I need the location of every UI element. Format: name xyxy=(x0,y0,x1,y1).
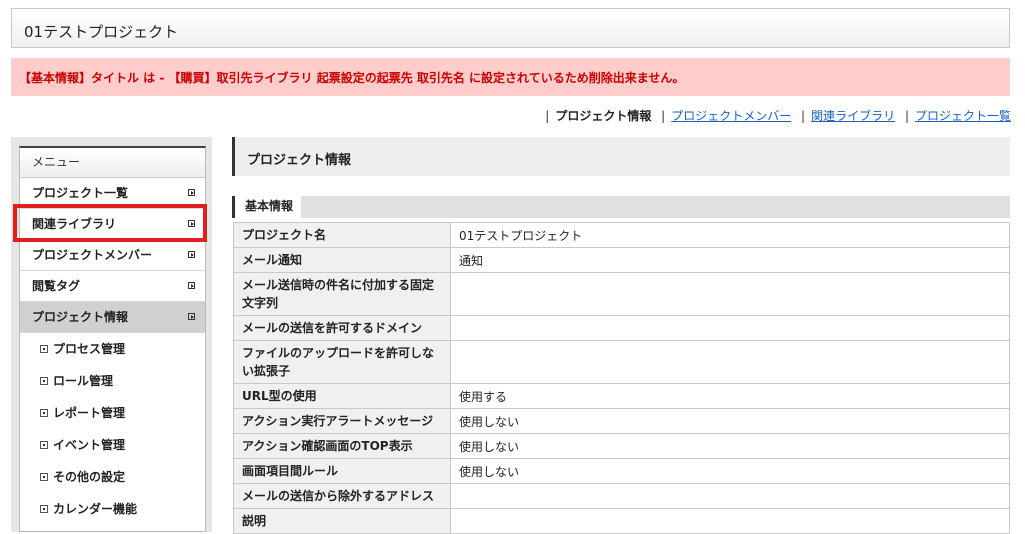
arrow-icon xyxy=(188,282,195,289)
nav-link-project-members[interactable]: プロジェクトメンバー xyxy=(671,109,791,123)
project-title: 01テストプロジェクト xyxy=(24,23,179,41)
info-table: プロジェクト名 01テストプロジェクト メール通知 通知 メール送信時の件名に付加す… xyxy=(233,222,1010,534)
bullet-icon xyxy=(40,377,48,385)
table-row: メールの送信を許可するドメイン xyxy=(233,315,1010,341)
section-title: 基本情報 xyxy=(235,196,302,218)
bullet-icon xyxy=(40,505,48,513)
title-bar: 01テストプロジェクト xyxy=(11,8,1010,48)
bullet-icon xyxy=(40,409,48,417)
panel-header: プロジェクト情報 xyxy=(232,137,1010,176)
table-row: メールの送信から除外するアドレス xyxy=(233,483,1010,509)
sidebar-subitem-other-settings[interactable]: その他の設定 xyxy=(20,461,205,493)
section-header: 基本情報 xyxy=(232,196,1010,218)
sidebar-item-project-info[interactable]: プロジェクト情報 xyxy=(20,302,205,333)
bullet-icon xyxy=(40,473,48,481)
bullet-icon xyxy=(40,345,48,353)
table-row: アクション確認画面のTOP表示 使用しない xyxy=(233,433,1010,459)
menu-heading: メニュー xyxy=(20,148,205,178)
table-row: 説明 xyxy=(233,508,1010,534)
arrow-icon xyxy=(188,220,195,227)
sidebar-subitem-calendar[interactable]: カレンダー機能 xyxy=(20,493,205,525)
nav-current-project-info: プロジェクト情報 xyxy=(555,109,652,123)
sidebar-menu: メニュー プロジェクト一覧 関連ライブラリ プロジェクトメンバー 閲覧タグ プロ… xyxy=(19,146,206,532)
sidebar-subitem-process[interactable]: プロセス管理 xyxy=(20,333,205,365)
bullet-icon xyxy=(40,441,48,449)
error-message: 【基本情報】タイトル は - 【購買】取引先ライブラリ 起票設定の起票先 取引先… xyxy=(19,71,685,85)
sidebar-item-project-list[interactable]: プロジェクト一覧 xyxy=(20,178,205,209)
nav-link-project-list[interactable]: プロジェクト一覧 xyxy=(915,109,1011,123)
table-row: メール通知 通知 xyxy=(233,247,1010,273)
arrow-icon xyxy=(188,189,195,196)
sidebar-item-related-library[interactable]: 関連ライブラリ xyxy=(20,209,205,240)
sidebar-subitem-report[interactable]: レポート管理 xyxy=(20,397,205,429)
sidebar-item-view-tags[interactable]: 閲覧タグ xyxy=(20,271,205,302)
table-row: メール送信時の件名に付加する固定文字列 xyxy=(233,272,1010,316)
table-row: 画面項目間ルール 使用しない xyxy=(233,458,1010,484)
table-row: アクション実行アラートメッセージ 使用しない xyxy=(233,408,1010,434)
arrow-icon xyxy=(188,251,195,258)
sidebar: メニュー プロジェクト一覧 関連ライブラリ プロジェクトメンバー 閲覧タグ プロ… xyxy=(11,137,212,532)
table-row: URL型の使用 使用する xyxy=(233,383,1010,409)
arrow-icon xyxy=(188,313,195,320)
table-row: ファイルのアップロードを許可しない拡張子 xyxy=(233,340,1010,384)
table-row: プロジェクト名 01テストプロジェクト xyxy=(233,222,1010,248)
top-navigation: | プロジェクト情報 | プロジェクトメンバー | 関連ライブラリ | プロジェクト一覧 xyxy=(545,109,1011,123)
nav-link-related-library[interactable]: 関連ライブラリ xyxy=(811,109,895,123)
sidebar-item-project-members[interactable]: プロジェクトメンバー xyxy=(20,240,205,271)
sidebar-subitem-role[interactable]: ロール管理 xyxy=(20,365,205,397)
sidebar-subitem-event[interactable]: イベント管理 xyxy=(20,429,205,461)
panel-title: プロジェクト情報 xyxy=(247,153,352,168)
error-banner: 【基本情報】タイトル は - 【購買】取引先ライブラリ 起票設定の起票先 取引先… xyxy=(11,58,1010,96)
